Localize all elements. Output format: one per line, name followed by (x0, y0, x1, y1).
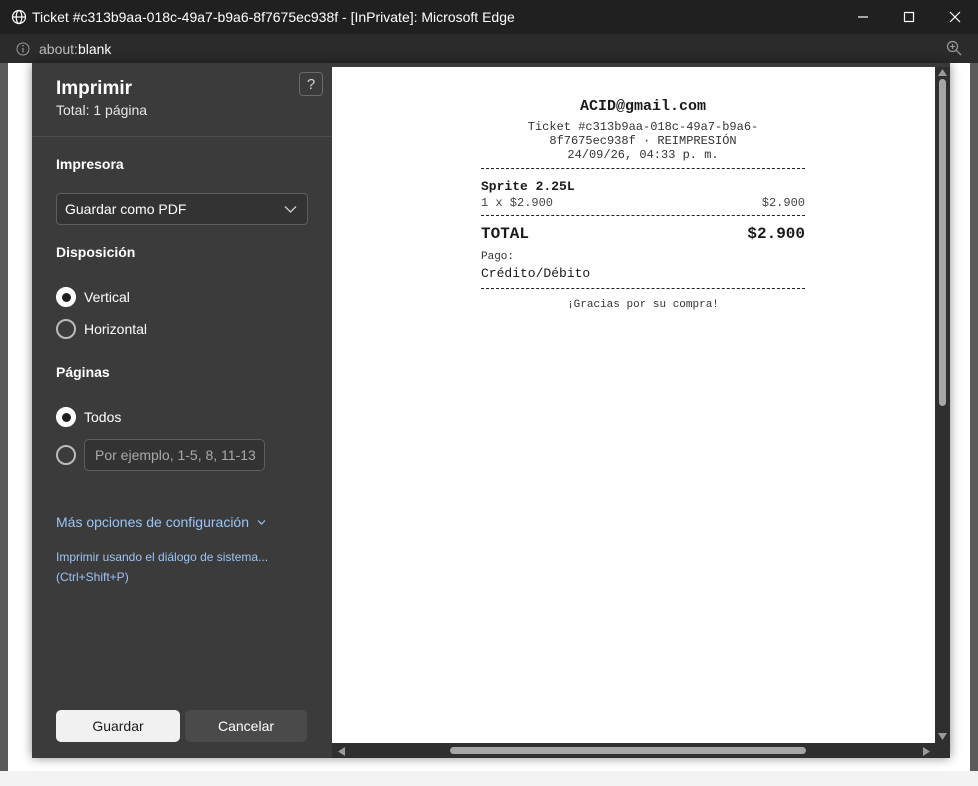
print-dialog: Imprimir Total: 1 página ? Impresora Gua… (32, 63, 950, 758)
layout-option-vertical[interactable]: Vertical (56, 287, 130, 307)
system-dialog-link[interactable]: Imprimir usando el diálogo de sistema...… (56, 547, 306, 587)
backdrop-edge-bottom (0, 771, 978, 786)
receipt-total-label: TOTAL (481, 225, 530, 243)
print-preview: ACID@gmail.com Ticket #c313b9aa-018c-49a… (332, 63, 950, 758)
scroll-up-icon[interactable] (938, 69, 947, 76)
more-settings-label: Más opciones de configuración (56, 514, 250, 530)
layout-option-horizontal[interactable]: Horizontal (56, 319, 147, 339)
receipt-item-amount: $2.900 (761, 196, 805, 210)
address-bar[interactable]: about:blank (0, 34, 978, 63)
window-title: Ticket #c313b9aa-018c-49a7-b9a6-8f7675ec… (32, 9, 515, 25)
globe-icon (11, 9, 27, 25)
pages-option-all[interactable]: Todos (56, 407, 121, 427)
preview-page: ACID@gmail.com Ticket #c313b9aa-018c-49a… (332, 67, 935, 743)
more-settings-link[interactable]: Más opciones de configuración (56, 514, 266, 530)
receipt-ticket-line1: Ticket #c313b9aa-018c-49a7-b9a6- (527, 120, 759, 134)
cancel-button[interactable]: Cancelar (185, 710, 307, 742)
window-titlebar: Ticket #c313b9aa-018c-49a7-b9a6-8f7675ec… (0, 0, 978, 34)
receipt-meta: Ticket #c313b9aa-018c-49a7-b9a6- 8f7675e… (481, 120, 805, 162)
zoom-icon[interactable] (946, 40, 962, 56)
radio-all-pages[interactable] (56, 407, 76, 427)
info-icon[interactable] (16, 42, 30, 56)
dialog-footer: Guardar Cancelar (32, 697, 332, 758)
receipt-thanks: ¡Gracias por su compra! (567, 299, 719, 311)
address-url[interactable]: about:blank (39, 41, 111, 57)
receipt-payment-method: Crédito/Débito (481, 266, 591, 281)
url-scheme: about: (39, 40, 78, 57)
chevron-down-icon (257, 519, 266, 525)
page-total: Total: 1 página (56, 102, 148, 118)
divider (481, 288, 805, 289)
horizontal-scrollbar[interactable] (332, 743, 950, 758)
minimize-button[interactable] (840, 0, 886, 34)
receipt-item-line: 1 x $2.900 $2.900 (481, 196, 805, 210)
receipt-item-qty: 1 x $2.900 (481, 196, 554, 210)
system-dialog-label: Imprimir usando el diálogo de sistema... (56, 550, 269, 564)
close-button[interactable] (932, 0, 978, 34)
layout-horizontal-label: Horizontal (84, 321, 148, 337)
radio-custom-pages[interactable] (56, 445, 76, 465)
radio-vertical[interactable] (56, 287, 76, 307)
horizontal-scroll-thumb[interactable] (450, 747, 806, 754)
receipt-ticket-line2: 8f7675ec938f · REIMPRESIÓN (549, 134, 737, 148)
receipt: ACID@gmail.com Ticket #c313b9aa-018c-49a… (481, 98, 805, 311)
divider (481, 168, 805, 169)
radio-horizontal[interactable] (56, 319, 76, 339)
pages-label: Páginas (56, 364, 110, 380)
divider (481, 215, 805, 216)
maximize-icon (903, 11, 915, 23)
receipt-payment-label: Pago: (481, 251, 515, 263)
pages-all-label: Todos (84, 409, 122, 425)
maximize-button[interactable] (886, 0, 932, 34)
backdrop-edge-left (0, 63, 8, 771)
help-button[interactable]: ? (299, 72, 323, 96)
system-dialog-shortcut: (Ctrl+Shift+P) (56, 570, 129, 584)
receipt-total-line: TOTAL $2.900 (481, 225, 805, 243)
vertical-scrollbar[interactable] (935, 67, 950, 743)
receipt-item-name: Sprite 2.25L (481, 179, 575, 194)
url-path: blank (77, 40, 112, 57)
chevron-down-icon (284, 206, 297, 213)
pages-range-input[interactable] (84, 439, 265, 471)
scroll-left-icon[interactable] (338, 747, 345, 756)
minimize-icon (858, 16, 868, 18)
print-title: Imprimir (56, 78, 133, 99)
layout-label: Disposición (56, 244, 136, 260)
save-button[interactable]: Guardar (56, 710, 180, 742)
scroll-right-icon[interactable] (923, 747, 930, 756)
receipt-email: ACID@gmail.com (579, 98, 707, 115)
printer-label: Impresora (56, 156, 124, 172)
vertical-scroll-thumb[interactable] (939, 79, 946, 406)
receipt-total-amount: $2.900 (747, 225, 805, 243)
print-settings-panel: Imprimir Total: 1 página ? Impresora Gua… (32, 63, 332, 758)
header-divider (32, 136, 332, 137)
scroll-down-icon[interactable] (938, 733, 947, 740)
receipt-datetime: 24/09/26, 04:33 p. m. (567, 148, 719, 162)
close-icon (949, 11, 961, 23)
layout-vertical-label: Vertical (84, 289, 130, 305)
printer-select[interactable]: Guardar como PDF (56, 193, 308, 225)
backdrop-edge-right (970, 63, 978, 771)
printer-selected-value: Guardar como PDF (65, 201, 187, 217)
help-icon: ? (306, 75, 316, 93)
pages-option-custom[interactable] (56, 445, 84, 465)
